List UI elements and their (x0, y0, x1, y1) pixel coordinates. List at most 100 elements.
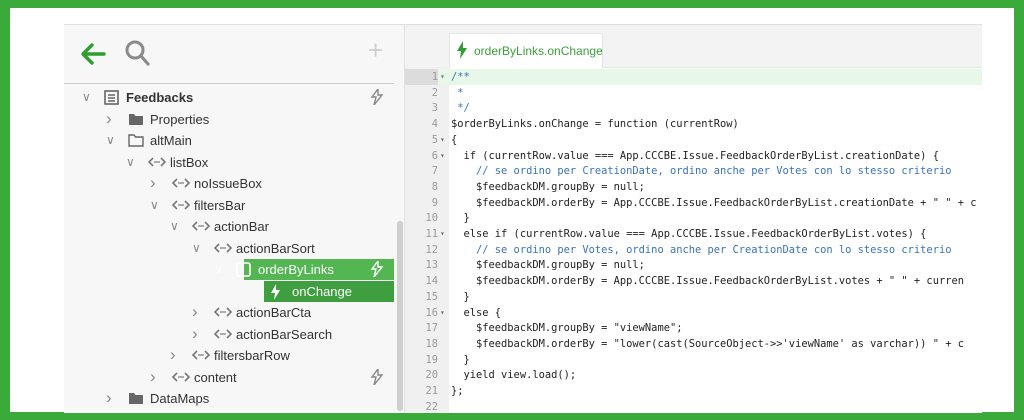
tree-item-actionbar[interactable]: ∨ actionBar (64, 216, 394, 237)
line-number: 2 (431, 86, 438, 99)
code-text: $feedbackDM.groupBy = "viewName"; (451, 322, 683, 335)
tree-item-noissuebox[interactable]: › noIssueBox (64, 173, 394, 194)
line-number: 5 (431, 133, 438, 146)
chevron-down-icon[interactable]: ∨ (106, 134, 116, 146)
code-text: $feedbackDM.groupBy = null; (451, 259, 645, 272)
code-line: 10 } (405, 210, 982, 226)
chevron-down-icon[interactable]: ∨ (214, 263, 224, 275)
chevron-right-icon[interactable]: › (150, 174, 160, 191)
line-number: 10 (425, 212, 438, 225)
chevron-right-icon[interactable]: › (192, 303, 202, 320)
chevron-right-icon[interactable]: › (170, 346, 180, 363)
arrow-left-icon[interactable] (80, 41, 106, 67)
chevron-right-icon[interactable]: › (106, 110, 116, 127)
line-number: 15 (425, 290, 438, 303)
editor-panel: orderByLinks.onChange 1 ▾/** 2 * 3 */4 $orde… (405, 25, 982, 413)
code-text: $feedbackDM.orderBy = App.CCCBE.Issue.Fe… (451, 196, 977, 209)
code-text: $feedbackDM.groupBy = null; (451, 180, 645, 193)
code-text: { (451, 133, 458, 146)
tree-item-actionbarcta[interactable]: › actionBarCta (64, 302, 394, 323)
line-number: 1 (405, 69, 438, 85)
code-text: $feedbackDM.orderBy = "lower(cast(Source… (451, 337, 964, 350)
chevron-right-icon[interactable]: › (150, 368, 160, 385)
tree-item-actionbarsearch[interactable]: › actionBarSearch (64, 324, 394, 345)
tree-item-datamaps[interactable]: › DataMaps (64, 388, 394, 409)
tree-item-content[interactable]: › content (64, 366, 394, 388)
tab-orderbylinks-onchange[interactable]: orderByLinks.onChange (449, 33, 603, 68)
line-number: 6 (431, 149, 438, 162)
code-line: 16 ▾ else { (405, 305, 982, 321)
folder-open-icon (128, 133, 144, 147)
line-number: 21 (425, 385, 438, 397)
line-number: 18 (425, 337, 438, 350)
event-handler-icon[interactable] (370, 258, 384, 280)
tree-scrollbar[interactable] (397, 221, 403, 411)
search-icon[interactable] (124, 39, 150, 67)
tree-item-label: actionBarSearch (236, 326, 333, 342)
chevron-right-icon[interactable]: › (106, 389, 116, 406)
tree-panel: + ∨ Feedbacks › Properties ∨ altMain ∨ listBox ›… (64, 25, 405, 413)
tree-item-filtersbar[interactable]: ∨ filtersBar (64, 195, 394, 216)
line-number: 11 (425, 228, 438, 240)
fold-arrow-icon[interactable]: ▾ (440, 148, 445, 164)
chevron-down-icon[interactable]: ∨ (126, 156, 136, 168)
tree-item-label: actionBarCta (236, 305, 312, 320)
code-icon (191, 219, 211, 233)
line-number: 13 (425, 259, 438, 272)
tree-item-altmain[interactable]: ∨ altMain (64, 130, 394, 151)
code-line: 3 */ (405, 100, 982, 116)
checkbox-icon (236, 262, 251, 277)
tree-item-orderbylinks[interactable]: ∨ orderByLinks (214, 258, 394, 280)
chevron-down-icon[interactable]: ∨ (150, 199, 160, 211)
chevron-down-icon[interactable]: ∨ (82, 91, 92, 103)
code-line: 20 yield view.load(); (405, 367, 982, 383)
lightning-icon (270, 283, 281, 300)
fold-arrow-icon[interactable]: ▾ (440, 305, 445, 321)
folder-icon (128, 112, 144, 126)
chevron-down-icon[interactable]: ∨ (192, 242, 202, 254)
tree-item-label: content (194, 369, 237, 385)
tree-item-listbox[interactable]: ∨ listBox (64, 152, 394, 173)
code-text: * (451, 86, 464, 99)
tree-item-label: onChange (292, 283, 352, 299)
fold-arrow-icon[interactable]: ▾ (440, 226, 445, 242)
ide-window: + ∨ Feedbacks › Properties ∨ altMain ∨ listBox ›… (64, 24, 982, 413)
tree-item-label: filtersBar (194, 197, 246, 213)
event-handler-icon[interactable] (370, 366, 384, 388)
code-line: 4 $orderByLinks.onChange = function (curr… (405, 116, 982, 132)
chevron-down-icon[interactable]: ∨ (170, 220, 180, 232)
line-number: 14 (425, 275, 438, 288)
code-line: 5 ▾ { (405, 132, 982, 148)
tree-item-properties[interactable]: › Properties (64, 109, 394, 130)
code-text: // se ordino per CreationDate, ordino an… (451, 165, 952, 178)
line-number: 8 (431, 180, 438, 193)
line-number: 7 (431, 165, 438, 178)
chevron-right-icon[interactable]: › (192, 325, 202, 342)
code-text: if (currentRow.value === App.CCCBE.Issue… (451, 149, 939, 162)
fold-arrow-icon[interactable]: ▾ (440, 132, 445, 148)
code-line: 11 ▾ else if (currentRow.value === App.CC… (405, 226, 982, 242)
tab-label: orderByLinks.onChange (474, 44, 603, 58)
tree-item-label: altMain (150, 133, 192, 148)
code-line: 12 // se ordino per Votes, ordino anche … (405, 242, 982, 258)
tree-item-actionbarsort[interactable]: ∨ actionBarSort (64, 238, 394, 259)
code-icon (171, 370, 191, 384)
tree-item-label: Feedbacks (126, 90, 194, 105)
code-icon (171, 198, 191, 212)
code-icon (213, 241, 233, 255)
add-button[interactable]: + (368, 37, 383, 63)
tree-item-label: actionBar (214, 219, 269, 234)
event-handler-icon[interactable] (370, 86, 384, 108)
tree-item-filtersbarrow[interactable]: › filtersbarRow (64, 345, 394, 366)
tree-item-onchange[interactable]: onChange (264, 280, 394, 302)
tree-item-label: orderByLinks (258, 262, 334, 277)
code-text: else { (451, 306, 502, 319)
line-number: 9 (431, 196, 438, 209)
code-line: 15 } (405, 289, 982, 305)
code-line: 19 } (405, 352, 982, 368)
code-line: 2 * (405, 85, 982, 101)
tree-item-label: actionBarSort (236, 240, 315, 256)
fold-arrow-icon[interactable]: ▾ (440, 69, 445, 85)
tree-item-feedbacks[interactable]: ∨ Feedbacks (64, 86, 394, 108)
tree-item-label: noIssueBox (194, 176, 262, 191)
